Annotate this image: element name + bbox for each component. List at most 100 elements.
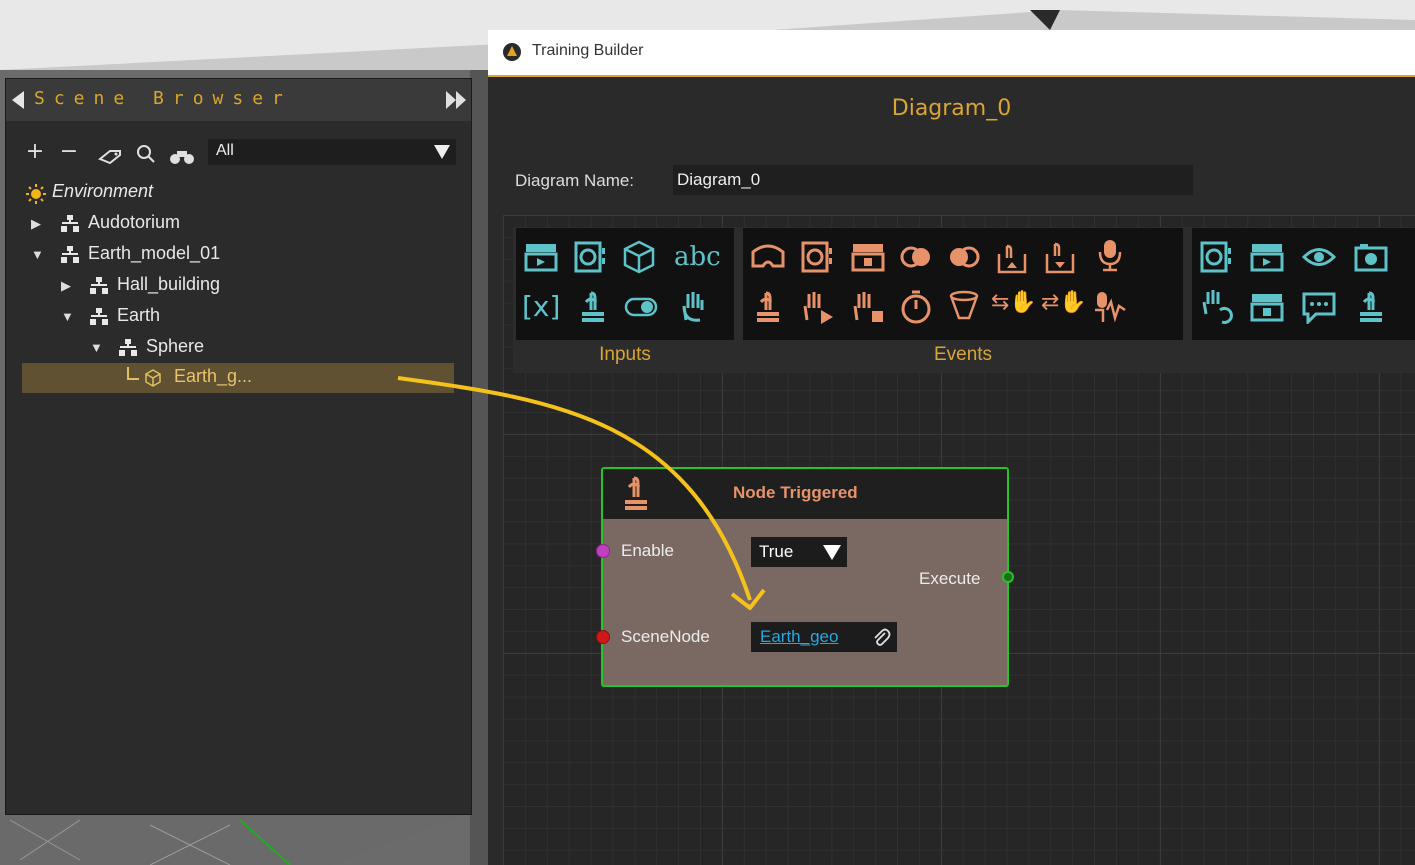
enable-select[interactable]: True: [751, 537, 847, 567]
tag-icon[interactable]: [98, 144, 122, 170]
hand-play-icon[interactable]: [801, 290, 835, 324]
tree-item-earth-geo[interactable]: Earth_g...: [22, 363, 454, 393]
touch-pointer-icon: [625, 476, 647, 510]
touch-pointer-icon[interactable]: [751, 290, 785, 324]
hierarchy-icon: [90, 277, 108, 294]
dropdown-arrow-icon: [823, 545, 841, 560]
hands-swipe-icon[interactable]: ⇆✋: [991, 290, 1041, 324]
window-title: Training Builder: [532, 42, 644, 59]
camera-icon[interactable]: [1354, 240, 1388, 274]
dropdown-arrow-icon: [434, 145, 450, 159]
window-titlebar[interactable]: Training Builder: [488, 30, 1415, 77]
binoculars-icon[interactable]: [169, 144, 195, 170]
palette-events-label: Events: [933, 344, 993, 365]
hand-rotate-icon[interactable]: [1200, 290, 1234, 324]
hierarchy-icon: [61, 246, 79, 263]
palette-inputs-label: Inputs: [599, 344, 651, 365]
touch-pointer-icon[interactable]: [576, 290, 610, 324]
vr-headset-icon[interactable]: [751, 240, 785, 274]
enable-input-port[interactable]: [596, 544, 610, 558]
filter-select[interactable]: All: [208, 139, 456, 165]
tree-item-label: Environment: [52, 181, 154, 201]
eye-icon[interactable]: [1302, 240, 1336, 274]
palette-group-actions: [1192, 228, 1415, 340]
hierarchy-icon: [61, 215, 79, 232]
microphone-icon[interactable]: [1093, 238, 1127, 272]
media-stop-icon[interactable]: [1250, 290, 1284, 324]
touch-enter-icon[interactable]: [995, 240, 1029, 274]
palette-group-events: ⇆✋ ⇄✋ Events: [743, 228, 1183, 365]
timer-icon[interactable]: [899, 290, 933, 324]
message-icon[interactable]: [1302, 290, 1336, 324]
scene-browser-panel: Scene Browser + − All Environment ▶ Audo…: [5, 78, 472, 815]
add-icon[interactable]: +: [24, 139, 46, 165]
execute-label: Execute: [919, 569, 981, 588]
cube-icon: [145, 369, 161, 387]
paperclip-icon[interactable]: [871, 627, 891, 647]
hands-swap-icon[interactable]: ⇄✋: [1041, 290, 1091, 324]
tree-item-sphere[interactable]: ▼ Sphere: [6, 334, 471, 362]
tree-item-earth-model-01[interactable]: ▼ Earth_model_01: [6, 241, 471, 269]
collapse-arrow-icon[interactable]: ▼: [31, 247, 44, 262]
diagram-title: Diagram_0: [891, 96, 1012, 121]
collapse-arrow-icon[interactable]: ▼: [61, 309, 74, 324]
training-builder-window: Training Builder Diagram_0 Diagram Name:…: [488, 30, 1415, 865]
remove-icon[interactable]: −: [58, 139, 80, 165]
hand-stop-icon[interactable]: [676, 290, 710, 324]
voice-wave-icon[interactable]: [1093, 290, 1127, 324]
diagram-name-input[interactable]: Diagram_0: [673, 165, 1193, 195]
collapse-arrow-icon[interactable]: ▼: [90, 340, 103, 355]
node-title: Node Triggered: [733, 483, 858, 502]
scenenode-label: SceneNode: [621, 627, 710, 646]
tree-item-environment[interactable]: Environment: [6, 179, 471, 207]
rings-icon[interactable]: [899, 240, 933, 274]
touch-pointer-icon[interactable]: [1354, 290, 1388, 324]
collapse-left-icon[interactable]: [12, 91, 24, 109]
hierarchy-icon: [119, 339, 137, 356]
hierarchy-icon: [90, 308, 108, 325]
node-header[interactable]: Node Triggered: [603, 469, 1007, 519]
camera-target-icon[interactable]: [801, 240, 835, 274]
scene-browser-title: Scene Browser: [34, 88, 292, 109]
tree-item-label: Audotorium: [88, 212, 181, 232]
tree-item-earth[interactable]: ▼ Earth: [6, 303, 471, 331]
touch-exit-icon[interactable]: [1043, 240, 1077, 274]
expand-arrow-icon[interactable]: ▶: [31, 216, 41, 232]
enable-label: Enable: [621, 541, 674, 560]
tree-item-label: Earth_g...: [174, 366, 253, 386]
tree-item-label: Earth: [117, 305, 161, 325]
expand-arrow-icon[interactable]: ▶: [61, 278, 71, 294]
tree-item-label: Sphere: [146, 336, 205, 356]
tree-item-label: Earth_model_01: [88, 243, 221, 263]
enable-value: True: [759, 542, 794, 561]
text-abc-icon[interactable]: abc: [674, 242, 724, 276]
scene-browser-header: Scene Browser: [6, 79, 471, 121]
scenenode-input-port[interactable]: [596, 630, 610, 644]
double-chevron-right-icon[interactable]: [444, 91, 470, 109]
hand-stop-icon[interactable]: [851, 290, 885, 324]
media-screen-icon[interactable]: [524, 240, 558, 274]
tree-item-label: Hall_building: [117, 274, 221, 294]
node-triggered[interactable]: Node Triggered Enable True Execute Scene…: [596, 467, 1014, 687]
sun-icon: [26, 184, 46, 204]
tree-item-hall-building[interactable]: ▶ Hall_building: [6, 272, 471, 300]
overlap-icon[interactable]: [947, 240, 981, 274]
camera-target-icon[interactable]: [574, 240, 608, 274]
execute-output-port[interactable]: [1002, 571, 1014, 583]
scenenode-field[interactable]: Earth_geo: [751, 622, 897, 652]
media-play-icon[interactable]: [1250, 240, 1284, 274]
diagram-name-label: Diagram Name:: [515, 171, 635, 190]
toggle-icon[interactable]: [624, 290, 658, 324]
tree-item-audotorium[interactable]: ▶ Audotorium: [6, 210, 471, 238]
spotlight-icon[interactable]: [947, 290, 981, 324]
app-logo-icon: [503, 43, 521, 61]
palette-group-inputs: abc [x] Inputs: [516, 228, 734, 365]
variable-x-icon[interactable]: [x]: [522, 290, 568, 324]
filter-value: All: [216, 142, 234, 159]
tree-connector-icon: [127, 367, 139, 380]
search-icon[interactable]: [136, 141, 156, 167]
camera-target-icon[interactable]: [1200, 240, 1234, 274]
media-stop-icon[interactable]: [851, 240, 885, 274]
scenenode-link[interactable]: Earth_geo: [760, 627, 838, 647]
cube-icon[interactable]: [622, 240, 656, 274]
